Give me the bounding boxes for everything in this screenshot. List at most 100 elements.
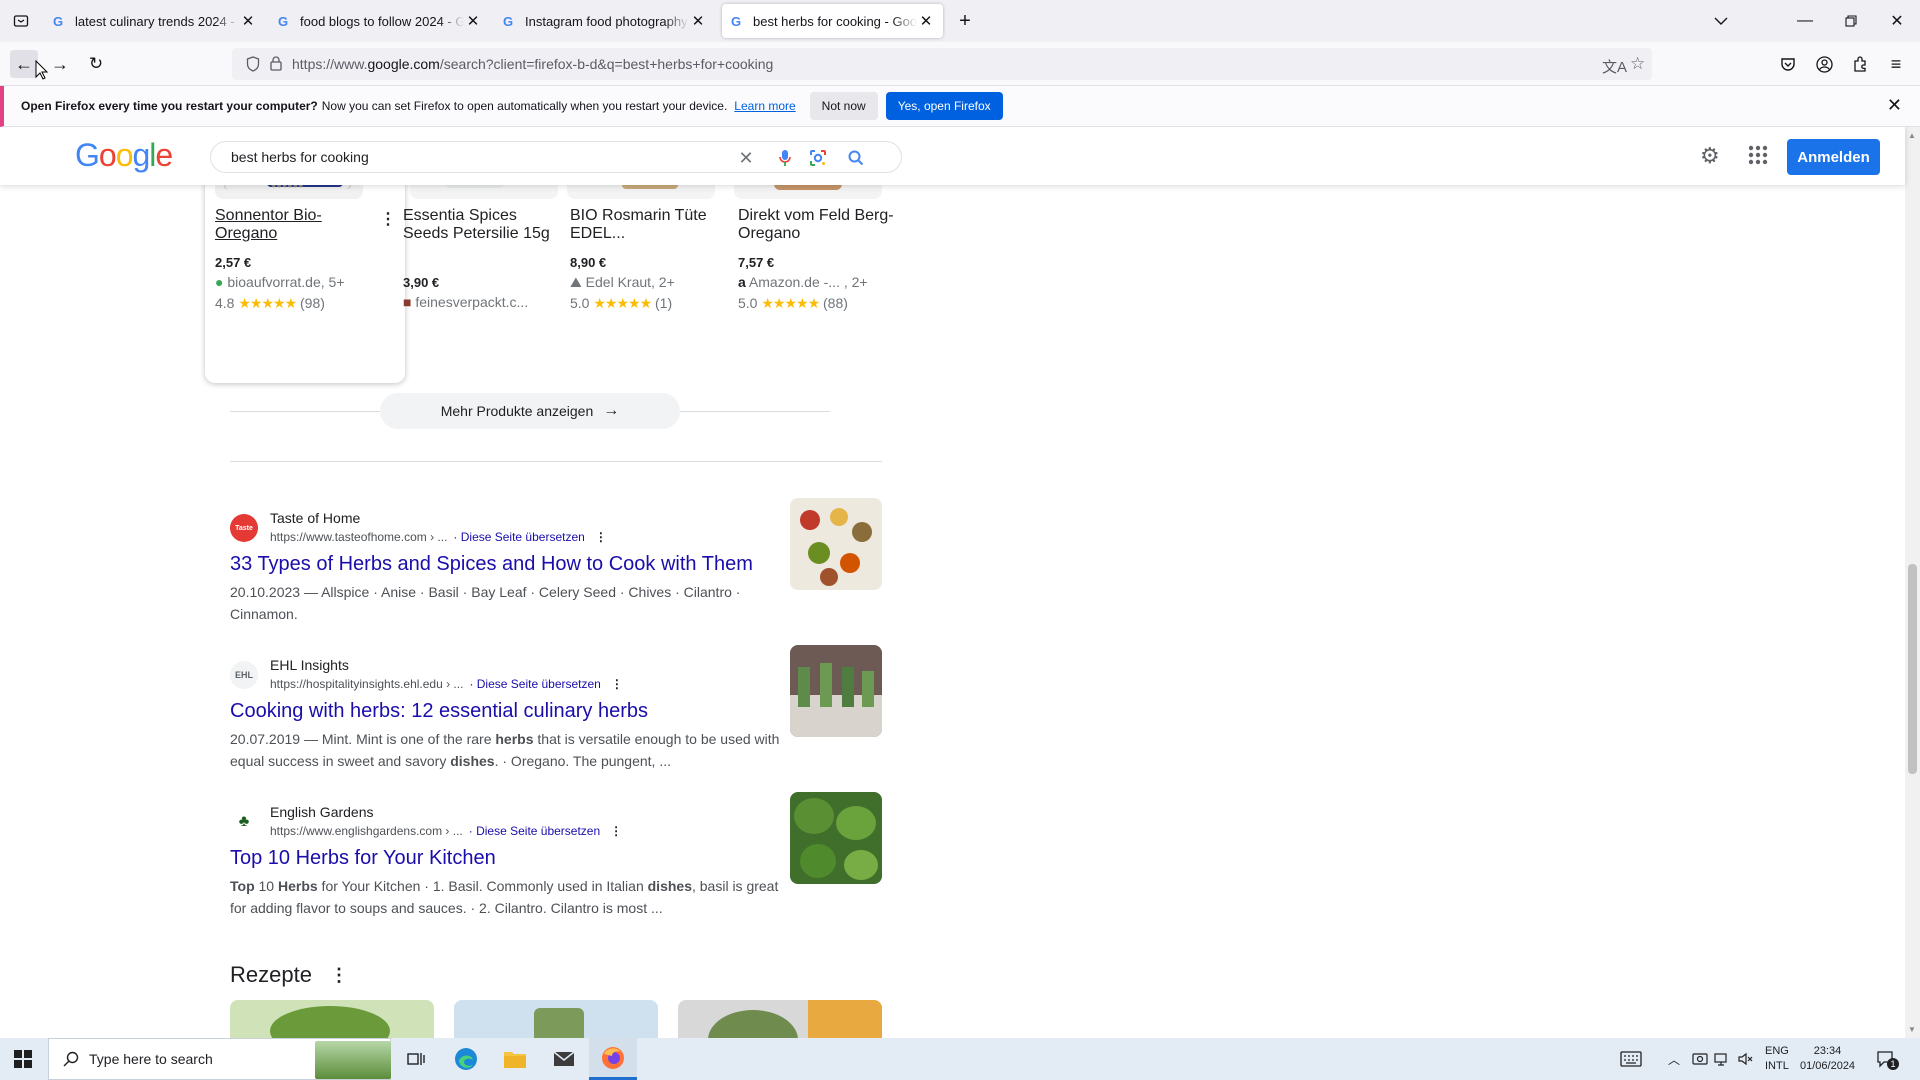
google-logo[interactable]: Google [75, 137, 173, 174]
result-title-link[interactable]: 33 Types of Herbs and Spices and How to … [230, 553, 753, 576]
meet-now-icon[interactable] [1692, 1038, 1708, 1080]
close-notification-icon[interactable]: ✕ [1887, 95, 1902, 116]
not-now-button[interactable]: Not now [809, 92, 878, 120]
lens-search-icon[interactable] [807, 147, 829, 169]
product-name[interactable]: Essentia Spices Seeds Petersilie 15g [403, 207, 563, 243]
translate-icon[interactable]: 文A [1602, 56, 1627, 77]
result-thumbnail[interactable] [790, 792, 882, 884]
restore-icon[interactable] [1828, 0, 1874, 42]
reload-icon[interactable]: ↻ [82, 50, 110, 78]
tab-instagram-photography[interactable]: G Instagram food photography tip ✕ [494, 4, 715, 38]
recipe-card[interactable] [678, 1000, 882, 1038]
rating-stars-icon: ★★★★★ [238, 295, 297, 311]
more-options-icon[interactable]: ⋮ [595, 530, 607, 544]
edge-browser-icon[interactable] [442, 1038, 490, 1080]
recipe-card[interactable] [454, 1000, 658, 1038]
tab-close-icon[interactable]: ✕ [239, 12, 257, 30]
new-tab-icon[interactable]: + [952, 8, 978, 34]
action-center-icon[interactable]: 1 [1876, 1038, 1899, 1080]
close-window-icon[interactable]: ✕ [1874, 0, 1920, 42]
result-snippet: 20.07.2019 — Mint. Mint is one of the ra… [230, 731, 780, 769]
back-arrow-icon[interactable]: ← [10, 50, 38, 78]
voice-search-icon[interactable] [774, 147, 796, 169]
show-hidden-icons-chevron-icon[interactable]: ︿ [1668, 1038, 1680, 1080]
touch-keyboard-icon[interactable] [1620, 1038, 1642, 1080]
tab-culinary-trends[interactable]: G latest culinary trends 2024 - Goo ✕ [44, 4, 265, 38]
file-explorer-icon[interactable] [491, 1038, 539, 1080]
taskbar-search-box[interactable]: Type here to search [48, 1038, 391, 1080]
list-all-tabs-icon[interactable] [8, 8, 34, 34]
url-host: google.com [367, 56, 440, 72]
amazon-icon: a [738, 274, 746, 290]
scroll-up-icon[interactable]: ▲ [1908, 131, 1916, 140]
volume-muted-icon[interactable] [1737, 1038, 1753, 1080]
mail-icon[interactable] [540, 1038, 588, 1080]
tab-close-icon[interactable]: ✕ [917, 12, 935, 30]
windows-taskbar: Type here to search ︿ ENG INTL 23:34 01/… [0, 1038, 1920, 1080]
result-site-name[interactable]: English Gardens [270, 804, 374, 820]
search-box[interactable]: best herbs for cooking ✕ [210, 141, 902, 173]
product-name[interactable]: Sonnentor Bio-Oregano [215, 207, 375, 243]
recipes-more-options-icon[interactable]: ⋮ [330, 965, 348, 986]
product-name[interactable]: Direkt vom Feld Berg-Oregano [738, 207, 898, 243]
settings-gear-icon[interactable]: ⚙ [1700, 143, 1720, 169]
more-options-icon[interactable]: ⋮ [610, 824, 622, 838]
forward-arrow-icon[interactable]: → [46, 50, 74, 78]
product-rating: 4.8 ★★★★★ (98) [215, 295, 325, 311]
clock[interactable]: 23:34 01/06/2024 [1800, 1038, 1855, 1080]
product-seller: ⛰ Edel Kraut, 2+ [570, 274, 675, 290]
windows-start-icon[interactable] [0, 1038, 46, 1080]
tab-food-blogs[interactable]: G food blogs to follow 2024 - Goo ✕ [269, 4, 490, 38]
result-title-link[interactable]: Cooking with herbs: 12 essential culinar… [230, 700, 648, 723]
pocket-icon[interactable] [1774, 50, 1802, 78]
hamburger-menu-icon[interactable]: ≡ [1882, 50, 1910, 78]
learn-more-link[interactable]: Learn more [734, 99, 795, 113]
google-apps-grid-icon[interactable] [1747, 144, 1769, 166]
tracking-shield-icon[interactable] [246, 56, 260, 76]
sign-in-button[interactable]: Anmelden [1787, 139, 1880, 175]
section-divider [230, 461, 882, 462]
bookmark-star-icon[interactable]: ☆ [1630, 54, 1645, 74]
result-snippet: Top 10 Herbs for Your Kitchen · 1. Basil… [230, 878, 779, 916]
more-options-icon[interactable]: ⋮ [611, 677, 623, 691]
recipe-card[interactable] [230, 1000, 434, 1038]
input-language-indicator[interactable]: ENG INTL [1765, 1038, 1789, 1080]
result-site-name[interactable]: EHL Insights [270, 657, 349, 673]
product-price: 7,57 € [738, 255, 775, 270]
address-bar[interactable]: https://www. google.com/search?client=fir… [232, 48, 1652, 80]
tab-list-chevron-icon[interactable] [1708, 8, 1734, 34]
page-scrollbar[interactable]: ▲ ▼ [1905, 127, 1920, 1038]
clear-search-icon[interactable]: ✕ [735, 147, 757, 169]
tab-close-icon[interactable]: ✕ [689, 12, 707, 30]
tab-best-herbs[interactable]: G best herbs for cooking - Google ✕ [722, 4, 943, 38]
translate-page-link[interactable]: · Diese Seite übersetzen [469, 677, 600, 691]
extensions-icon[interactable] [1846, 50, 1874, 78]
firefox-taskbar-icon[interactable] [589, 1038, 637, 1080]
scroll-down-icon[interactable]: ▼ [1908, 1025, 1916, 1034]
minimize-icon[interactable]: — [1782, 0, 1828, 42]
product-more-options-icon[interactable]: ⋮ [380, 209, 396, 229]
tab-title: Instagram food photography tip [525, 13, 689, 29]
yes-open-firefox-button[interactable]: Yes, open Firefox [885, 92, 1003, 120]
seller-icon: ⛰ [570, 274, 582, 290]
result-thumbnail[interactable] [790, 498, 882, 590]
search-icon[interactable] [845, 147, 867, 169]
search-input[interactable]: best herbs for cooking [231, 149, 369, 165]
scrollbar-thumb[interactable] [1908, 564, 1917, 774]
tab-close-icon[interactable]: ✕ [464, 12, 482, 30]
more-products-button[interactable]: Mehr Produkte anzeigen → [380, 393, 680, 429]
product-name[interactable]: BIO Rosmarin Tüte EDEL... [570, 207, 730, 243]
result-thumbnail[interactable] [790, 645, 882, 737]
task-view-icon[interactable] [392, 1038, 440, 1080]
account-icon[interactable] [1810, 50, 1838, 78]
translate-page-link[interactable]: · Diese Seite übersetzen [469, 824, 600, 838]
product-seller: ■ feinesverpackt.c... [403, 294, 529, 310]
translate-page-link[interactable]: · Diese Seite übersetzen [453, 530, 584, 544]
lock-icon[interactable] [270, 56, 282, 75]
seller-leaf-icon: ● [215, 274, 224, 290]
network-icon[interactable] [1714, 1038, 1730, 1080]
google-favicon-icon: G [731, 14, 741, 28]
result-site-name[interactable]: Taste of Home [270, 510, 360, 526]
result-title-link[interactable]: Top 10 Herbs for Your Kitchen [230, 847, 496, 870]
product-seller: a Amazon.de -... , 2+ [738, 274, 868, 290]
